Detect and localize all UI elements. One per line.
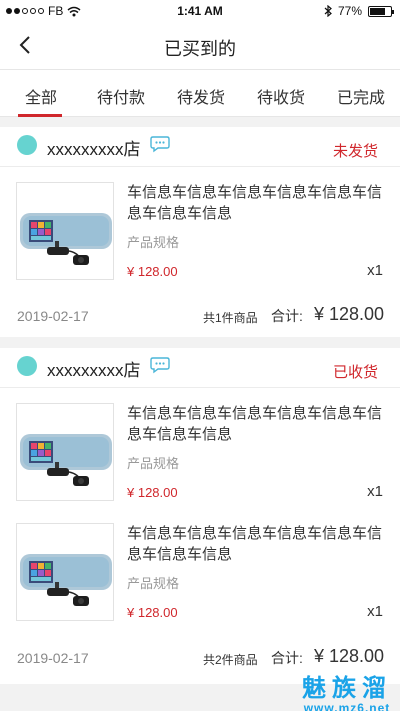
product-image (16, 403, 114, 501)
order-date: 2019-02-17 (17, 650, 89, 666)
total-label: 合计: (271, 308, 303, 324)
shop-name[interactable]: xxxxxxxxx店 (47, 356, 141, 381)
battery-icon (368, 5, 394, 17)
item-count: 共2件商品 (203, 653, 258, 667)
product-title: 车信息车信息车信息车信息车信息车信息车信息车信息 (127, 405, 383, 443)
tab-pending-receipt[interactable]: 待收货 (257, 84, 305, 108)
tab-completed[interactable]: 已完成 (337, 84, 385, 108)
product-spec: 产品规格 (127, 235, 180, 250)
tab-pending-payment[interactable]: 待付款 (97, 84, 145, 108)
shop-header: xxxxxxxxx店 已收货 (0, 348, 400, 388)
shop-avatar (17, 356, 37, 376)
chat-icon[interactable] (150, 356, 170, 374)
page-title: 已买到的 (164, 39, 236, 59)
divider (0, 387, 400, 388)
product-title: 车信息车信息车信息车信息车信息车信息车信息车信息 (127, 525, 383, 563)
order-card[interactable]: xxxxxxxxx店 已收货 车信息车信息车信息车信息车信息车信息车信息车信息 … (0, 348, 400, 684)
order-total: ¥ 128.00 (314, 304, 385, 324)
order-card[interactable]: xxxxxxxxx店 未发货 车信息车信息车信息车信息车信息车信息车信息车信息 … (0, 127, 400, 337)
status-right: 77% (324, 4, 394, 18)
order-item[interactable]: 车信息车信息车信息车信息车信息车信息车信息车信息 产品规格 ¥ 128.00 x… (0, 403, 400, 523)
product-price: ¥ 128.00 (127, 485, 178, 500)
product-quantity: x1 (367, 603, 383, 620)
watermark-name: 魅族溜 (302, 675, 392, 702)
divider (0, 166, 400, 167)
order-footer: 2019-02-17 共1件商品 合计: ¥ 128.00 (0, 300, 400, 330)
product-image (16, 523, 114, 621)
active-tab-indicator (18, 114, 62, 117)
watermark: 魅族溜 www.mz6.net (302, 668, 392, 711)
product-image (16, 182, 114, 280)
order-status: 已收货 (332, 364, 378, 381)
product-price: ¥ 128.00 (127, 605, 178, 620)
tab-all[interactable]: 全部 (25, 84, 57, 108)
shop-header: xxxxxxxxx店 未发货 (0, 127, 400, 167)
chat-icon[interactable] (150, 135, 170, 153)
total-label: 合计: (271, 650, 303, 666)
product-quantity: x1 (367, 262, 383, 279)
tab-pending-shipment[interactable]: 待发货 (177, 84, 225, 108)
product-price: ¥ 128.00 (127, 264, 178, 279)
order-status: 未发货 (332, 143, 378, 160)
order-date: 2019-02-17 (17, 308, 89, 324)
tab-bar: 全部 待付款 待发货 待收货 已完成 (0, 69, 400, 117)
product-spec: 产品规格 (127, 576, 180, 591)
order-total: ¥ 128.00 (314, 646, 385, 666)
shop-name[interactable]: xxxxxxxxx店 (47, 135, 141, 160)
watermark-url: www.mz6.net (303, 701, 391, 711)
order-item[interactable]: 车信息车信息车信息车信息车信息车信息车信息车信息 产品规格 ¥ 128.00 x… (0, 182, 400, 302)
product-title: 车信息车信息车信息车信息车信息车信息车信息车信息 (127, 184, 383, 222)
product-spec: 产品规格 (127, 456, 180, 471)
item-count: 共1件商品 (203, 311, 258, 325)
nav-bar: 已买到的 (0, 24, 400, 69)
shop-avatar (17, 135, 37, 155)
product-quantity: x1 (367, 483, 383, 500)
bluetooth-icon (324, 5, 332, 17)
battery-percent: 77% (337, 4, 362, 18)
status-bar: FB 1:41 AM 77% (0, 0, 400, 24)
order-item[interactable]: 车信息车信息车信息车信息车信息车信息车信息车信息 产品规格 ¥ 128.00 x… (0, 523, 400, 643)
